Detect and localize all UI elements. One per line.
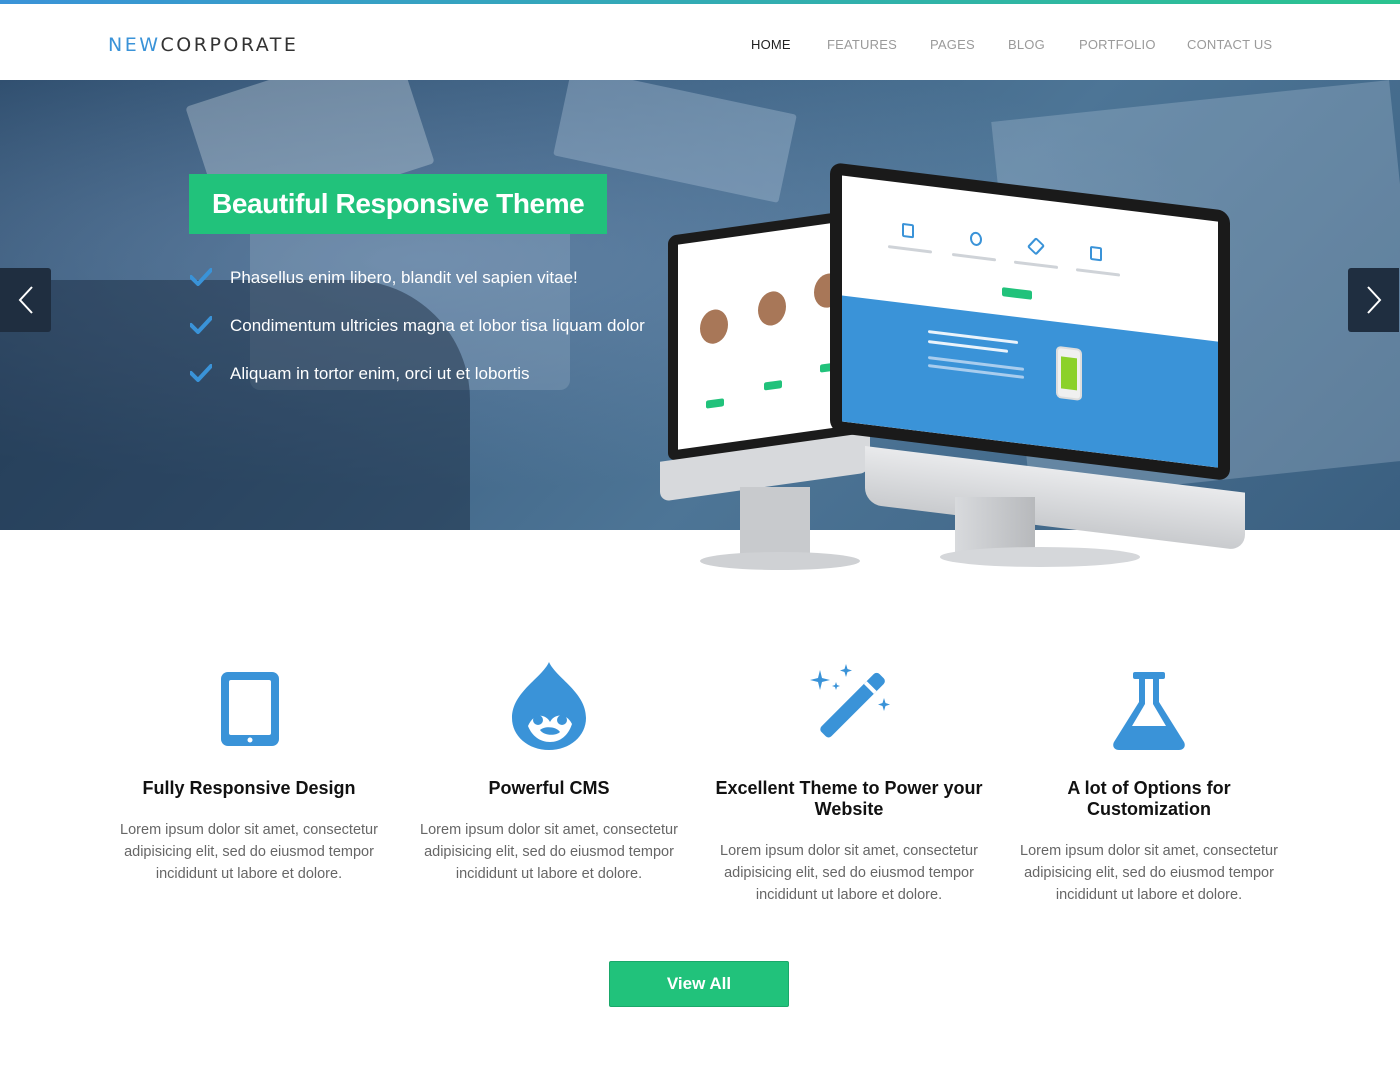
- front-monitor-display: [842, 175, 1218, 468]
- nav-blog[interactable]: BLOG: [1008, 37, 1045, 52]
- mini-drupal-icon: [970, 231, 982, 247]
- hero-bullet-text: Aliquam in tortor enim, orci ut et lobor…: [230, 364, 530, 383]
- slider-prev-button[interactable]: [0, 268, 51, 332]
- nav-features[interactable]: FEATURES: [827, 37, 897, 52]
- feature-text: Lorem ipsum dolor sit amet, consectetur …: [720, 843, 978, 903]
- mini-text-line: [952, 252, 996, 262]
- hero-bullet-text: Condimentum ultricies magna et lobor tis…: [230, 316, 645, 335]
- mini-text-line: [888, 245, 932, 254]
- slider-next-button[interactable]: [1348, 268, 1399, 332]
- hero-bullet-list: Phasellus enim libero, blandit vel sapie…: [190, 262, 645, 406]
- mini-text-line: [928, 340, 1008, 353]
- mini-button: [1002, 287, 1032, 300]
- mini-phone-image: [1056, 345, 1082, 401]
- nav-home[interactable]: HOME: [751, 37, 791, 52]
- feature-customization: A lot of Options for Customization Lorem…: [999, 660, 1299, 906]
- front-monitor-foot: [940, 547, 1140, 567]
- site-header: NEWCORPORATE HOME FEATURES PAGES BLOG PO…: [0, 4, 1400, 80]
- feature-title: Excellent Theme to Power your Website: [715, 778, 983, 819]
- feature-title: Powerful CMS: [488, 778, 610, 798]
- mini-button: [706, 398, 724, 409]
- nav-portfolio[interactable]: PORTFOLIO: [1079, 37, 1156, 52]
- front-monitor-image: [830, 162, 1250, 572]
- tablet-icon: [221, 672, 279, 746]
- mini-text-line: [1014, 260, 1058, 269]
- drupal-icon: [512, 662, 586, 750]
- hero-bullet: Condimentum ultricies magna et lobor tis…: [190, 310, 645, 358]
- checkmark-icon: [190, 316, 212, 334]
- front-monitor-bezel: [830, 162, 1230, 482]
- mini-button: [764, 380, 782, 391]
- mini-flask-icon: [1090, 245, 1102, 262]
- feature-cms: Powerful CMS Lorem ipsum dolor sit amet,…: [399, 660, 699, 885]
- nav-pages[interactable]: PAGES: [930, 37, 975, 52]
- mini-blue-banner: [842, 295, 1218, 468]
- magic-wand-icon: [810, 664, 890, 738]
- feature-text: Lorem ipsum dolor sit amet, consectetur …: [120, 822, 378, 882]
- mini-text-line: [1076, 268, 1120, 277]
- hero-bullet: Phasellus enim libero, blandit vel sapie…: [190, 262, 645, 310]
- avatar: [700, 307, 728, 346]
- view-all-button[interactable]: View All: [609, 961, 789, 1007]
- feature-text: Lorem ipsum dolor sit amet, consectetur …: [420, 822, 678, 882]
- mini-wand-icon: [1026, 237, 1046, 256]
- chevron-right-icon: [1366, 286, 1381, 314]
- mini-tablet-icon: [902, 222, 914, 239]
- feature-title: A lot of Options for Customization: [1067, 778, 1231, 819]
- avatar: [758, 289, 786, 328]
- hero-title: Beautiful Responsive Theme: [189, 174, 608, 234]
- main-nav: HOME FEATURES PAGES BLOG PORTFOLIO CONTA…: [0, 37, 1400, 57]
- feature-title: Fully Responsive Design: [142, 778, 356, 798]
- hero-bullet: Aliquam in tortor enim, orci ut et lobor…: [190, 358, 645, 406]
- chevron-left-icon: [18, 286, 33, 314]
- checkmark-icon: [190, 364, 212, 382]
- hero-bullet-text: Phasellus enim libero, blandit vel sapie…: [230, 268, 578, 287]
- feature-theme: Excellent Theme to Power your Website Lo…: [699, 660, 999, 906]
- flask-icon: [1113, 672, 1185, 750]
- feature-text: Lorem ipsum dolor sit amet, consectetur …: [1020, 843, 1278, 903]
- checkmark-icon: [190, 268, 212, 286]
- feature-responsive: Fully Responsive Design Lorem ipsum dolo…: [99, 660, 399, 885]
- nav-contact-us[interactable]: CONTACT US: [1187, 37, 1272, 52]
- back-monitor-stand: [740, 487, 810, 557]
